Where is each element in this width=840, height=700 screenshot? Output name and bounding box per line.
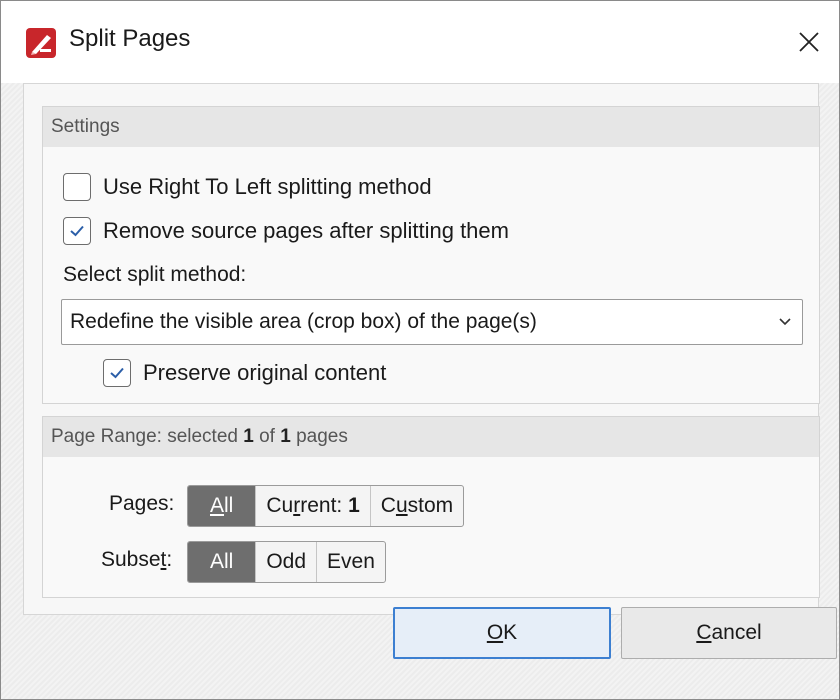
close-button[interactable] bbox=[779, 1, 839, 83]
close-icon bbox=[799, 32, 819, 52]
content-panel: Settings Use Right To Left splitting met… bbox=[23, 83, 820, 615]
checkmark-icon bbox=[110, 367, 124, 379]
preserve-content-label: Preserve original content bbox=[143, 360, 387, 385]
remove-source-checkbox[interactable] bbox=[63, 217, 91, 245]
subset-even-option[interactable]: Even bbox=[317, 542, 385, 582]
subset-label: Subset: bbox=[101, 548, 173, 571]
page-range-group: Page Range: selected 1 of 1 pages Pages:… bbox=[42, 416, 820, 598]
remove-source-label: Remove source pages after splitting them bbox=[103, 218, 509, 243]
right-to-left-option[interactable]: Use Right To Left splitting method bbox=[63, 173, 432, 201]
page-range-header: Page Range: selected 1 of 1 pages bbox=[43, 417, 819, 457]
preserve-content-checkbox[interactable] bbox=[103, 359, 131, 387]
pages-custom-option[interactable]: Custom bbox=[371, 486, 463, 526]
subset-segmented-control: All Odd Even bbox=[187, 541, 386, 583]
pages-label: Pages: bbox=[109, 492, 175, 515]
title-bar: Split Pages bbox=[1, 1, 839, 83]
remove-source-option[interactable]: Remove source pages after splitting them bbox=[63, 217, 509, 245]
right-to-left-label: Use Right To Left splitting method bbox=[103, 174, 432, 199]
split-method-select[interactable]: Redefine the visible area (crop box) of … bbox=[61, 299, 803, 345]
split-method-value: Redefine the visible area (crop box) of … bbox=[70, 310, 537, 333]
right-to-left-checkbox[interactable] bbox=[63, 173, 91, 201]
split-pages-dialog: Split Pages Settings Use Right To Left s… bbox=[0, 0, 840, 700]
dialog-body: Settings Use Right To Left splitting met… bbox=[1, 83, 839, 699]
preserve-content-option[interactable]: Preserve original content bbox=[103, 359, 386, 387]
pages-current-option[interactable]: Current: 1 bbox=[256, 486, 371, 526]
subset-odd-option[interactable]: Odd bbox=[256, 542, 318, 582]
pages-all-option[interactable]: All bbox=[188, 486, 257, 526]
checkmark-icon bbox=[70, 225, 84, 237]
split-method-label: Select split method: bbox=[63, 263, 247, 286]
subset-all-option[interactable]: All bbox=[188, 542, 257, 582]
ok-button[interactable]: OK bbox=[393, 607, 611, 659]
settings-group: Settings Use Right To Left splitting met… bbox=[42, 106, 820, 404]
chevron-down-icon bbox=[778, 300, 792, 360]
cancel-button[interactable]: Cancel bbox=[621, 607, 837, 659]
pages-segmented-control: All Current: 1 Custom bbox=[187, 485, 465, 527]
app-logo-icon bbox=[26, 28, 56, 58]
settings-header: Settings bbox=[43, 107, 819, 147]
window-title: Split Pages bbox=[69, 25, 191, 52]
